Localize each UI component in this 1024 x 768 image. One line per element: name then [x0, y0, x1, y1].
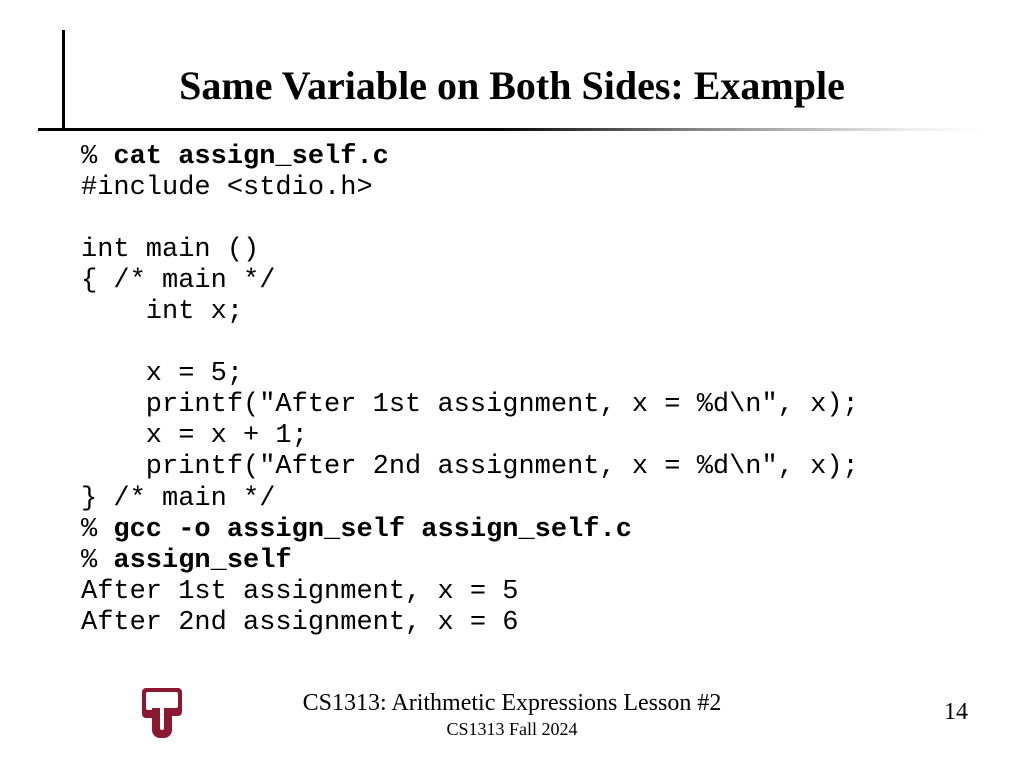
code-line: %	[81, 546, 113, 576]
code-line: { /* main */	[81, 266, 275, 296]
horizontal-rule	[38, 128, 986, 131]
code-line: printf("After 1st assignment, x = %d\n",…	[81, 390, 859, 420]
code-line: x = 5;	[81, 359, 243, 389]
footer-course-title: CS1313: Arithmetic Expressions Lesson #2	[0, 690, 1024, 717]
code-line: #include <stdio.h>	[81, 173, 373, 203]
code-line: x = x + 1;	[81, 421, 308, 451]
slide: Same Variable on Both Sides: Example % c…	[0, 0, 1024, 768]
slide-title: Same Variable on Both Sides: Example	[0, 62, 1024, 109]
code-block: % cat assign_self.c #include <stdio.h> i…	[81, 142, 984, 639]
footer-term: CS1313 Fall 2024	[0, 719, 1024, 740]
code-line: After 1st assignment, x = 5	[81, 577, 518, 607]
code-line: %	[81, 142, 113, 172]
code-command: gcc -o assign_self assign_self.c	[113, 515, 631, 545]
code-line: } /* main */	[81, 484, 275, 514]
code-line: %	[81, 515, 113, 545]
code-line: After 2nd assignment, x = 6	[81, 608, 518, 638]
code-line: int main ()	[81, 235, 259, 265]
code-command: cat assign_self.c	[113, 142, 388, 172]
code-command: assign_self	[113, 546, 291, 576]
code-line: int x;	[81, 297, 243, 327]
page-number: 14	[944, 699, 968, 726]
slide-footer: CS1313: Arithmetic Expressions Lesson #2…	[0, 690, 1024, 740]
code-line: printf("After 2nd assignment, x = %d\n",…	[81, 452, 859, 482]
